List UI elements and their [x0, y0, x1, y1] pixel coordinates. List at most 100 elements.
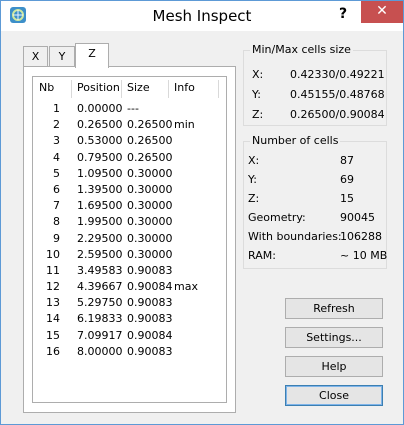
cell-position: 8.00000: [77, 344, 123, 358]
cell-size: 0.30000: [127, 182, 173, 196]
cell-nb: 1: [53, 102, 60, 115]
table-row[interactable]: 12 4.39667 0.90084 max: [33, 280, 226, 296]
table-row[interactable]: 3 0.53000 0.26500: [33, 134, 226, 150]
window-close-button[interactable]: ✕: [361, 1, 403, 23]
column-header-nb[interactable]: Nb: [39, 81, 54, 99]
cell-size: 0.90083: [127, 263, 173, 277]
minmax-z-value: 0.26500/0.90084: [290, 108, 385, 121]
table-row[interactable]: 15 7.09917 0.90084: [33, 328, 226, 345]
table-row[interactable]: 5 1.09500 0.30000: [33, 166, 226, 183]
cell-position: 0.79500: [77, 150, 123, 164]
cell-size: 0.30000: [127, 199, 173, 213]
tab-x[interactable]: X: [23, 46, 48, 67]
close-button[interactable]: Close: [285, 385, 383, 406]
cell-size: 0.30000: [127, 247, 173, 261]
cell-position: 1.99500: [77, 215, 123, 229]
minmax-z-label: Z:: [252, 108, 264, 121]
table-row[interactable]: 1 0.00000 ---: [33, 102, 226, 118]
cells-x-value: 87: [340, 154, 354, 167]
cell-nb: 4: [53, 150, 60, 164]
tab-z[interactable]: Z: [75, 43, 109, 68]
geometry-label: Geometry:: [248, 211, 306, 224]
minmax-x-value: 0.42330/0.49221: [290, 68, 385, 81]
cell-size: 0.90083: [127, 312, 173, 326]
tab-y[interactable]: Y: [49, 46, 75, 67]
minmax-group-title: Min/Max cells size: [250, 43, 353, 56]
cells-group-title: Number of cells: [250, 134, 341, 147]
cell-size: 0.90084: [127, 328, 173, 342]
cell-position: 1.69500: [77, 199, 123, 213]
table-row[interactable]: 16 8.00000 0.90083: [33, 344, 226, 361]
table-row[interactable]: 7 1.69500 0.30000: [33, 199, 226, 215]
cell-position: 0.53000: [77, 134, 123, 148]
cell-info: min: [174, 118, 195, 132]
cell-position: 6.19833: [77, 312, 123, 326]
table-body: 1 0.00000 --- 2 0.26500 0.26500 min 3 0.53000 0…: [33, 102, 226, 361]
cell-size: 0.30000: [127, 166, 173, 180]
refresh-button[interactable]: Refresh: [285, 298, 383, 319]
table-row[interactable]: 13 5.29750 0.90083: [33, 296, 226, 312]
table-row[interactable]: 6 1.39500 0.30000: [33, 182, 226, 199]
settings-button[interactable]: Settings...: [285, 327, 383, 348]
cell-nb: 3: [53, 134, 60, 148]
column-header-size[interactable]: Size: [127, 81, 150, 99]
cell-size: 0.26500: [127, 134, 173, 148]
cell-nb: 8: [53, 215, 60, 229]
cell-nb: 6: [53, 182, 60, 196]
column-header-info[interactable]: Info: [174, 81, 195, 99]
cells-y-value: 69: [340, 173, 354, 186]
cell-position: 1.39500: [77, 182, 123, 196]
cell-position: 0.26500: [77, 118, 123, 132]
context-help-button[interactable]: ?: [331, 3, 355, 25]
boundaries-label: With boundaries:: [248, 230, 342, 243]
cell-position: 1.09500: [77, 166, 123, 180]
cell-position: 2.59500: [77, 247, 123, 261]
cell-size: 0.30000: [127, 215, 173, 229]
cell-nb: 11: [46, 263, 60, 277]
help-button[interactable]: Help: [285, 356, 383, 377]
cells-x-label: X:: [248, 154, 260, 167]
column-divider[interactable]: [218, 80, 219, 98]
boundaries-value: 106288: [340, 230, 382, 243]
table-row[interactable]: 10 2.59500 0.30000: [33, 247, 226, 264]
table-row[interactable]: 9 2.29500 0.30000: [33, 231, 226, 248]
table-row[interactable]: 11 3.49583 0.90083: [33, 263, 226, 280]
column-divider[interactable]: [121, 80, 122, 98]
cell-nb: 14: [46, 312, 60, 326]
minmax-x-label: X:: [252, 68, 264, 81]
table-row[interactable]: 8 1.99500 0.30000: [33, 215, 226, 231]
cell-nb: 10: [46, 247, 60, 261]
cell-size: ---: [127, 102, 139, 115]
cell-size: 0.26500: [127, 150, 173, 164]
cell-position: 7.09917: [77, 328, 123, 342]
cell-size: 0.90083: [127, 296, 173, 310]
table-row[interactable]: 2 0.26500 0.26500 min: [33, 118, 226, 134]
table-row[interactable]: 14 6.19833 0.90083: [33, 312, 226, 328]
cell-position: 4.39667: [77, 280, 123, 294]
column-divider[interactable]: [71, 80, 72, 98]
cell-size: 0.26500: [127, 118, 173, 132]
cells-table[interactable]: Nb Position Size Info 1 0.00000 --- 2 0.265…: [32, 76, 227, 403]
title-bar[interactable]: Mesh Inspect ? ✕: [1, 1, 403, 31]
ram-value: ~ 10 MB: [340, 249, 388, 262]
cell-nb: 2: [53, 118, 60, 132]
cell-nb: 5: [53, 166, 60, 180]
cell-position: 5.29750: [77, 296, 123, 310]
cell-nb: 7: [53, 199, 60, 213]
cell-nb: 13: [46, 296, 60, 310]
minmax-y-value: 0.45155/0.48768: [290, 88, 385, 101]
cell-info: max: [174, 280, 198, 294]
mesh-inspect-window: Mesh Inspect ? ✕ X Y Z Nb Position Size …: [0, 0, 404, 425]
tab-panel-z: Nb Position Size Info 1 0.00000 --- 2 0.265…: [23, 66, 236, 413]
cell-nb: 15: [46, 328, 60, 342]
ram-label: RAM:: [248, 249, 276, 262]
cell-size: 0.90084: [127, 280, 173, 294]
table-row[interactable]: 4 0.79500 0.26500: [33, 150, 226, 167]
minmax-group: Min/Max cells size X: 0.42330/0.49221 Y:…: [243, 43, 387, 126]
cell-position: 2.29500: [77, 231, 123, 245]
cell-nb: 9: [53, 231, 60, 245]
column-header-position[interactable]: Position: [77, 81, 120, 99]
cells-z-value: 15: [340, 192, 354, 205]
cell-nb: 16: [46, 344, 60, 358]
column-divider[interactable]: [168, 80, 169, 98]
